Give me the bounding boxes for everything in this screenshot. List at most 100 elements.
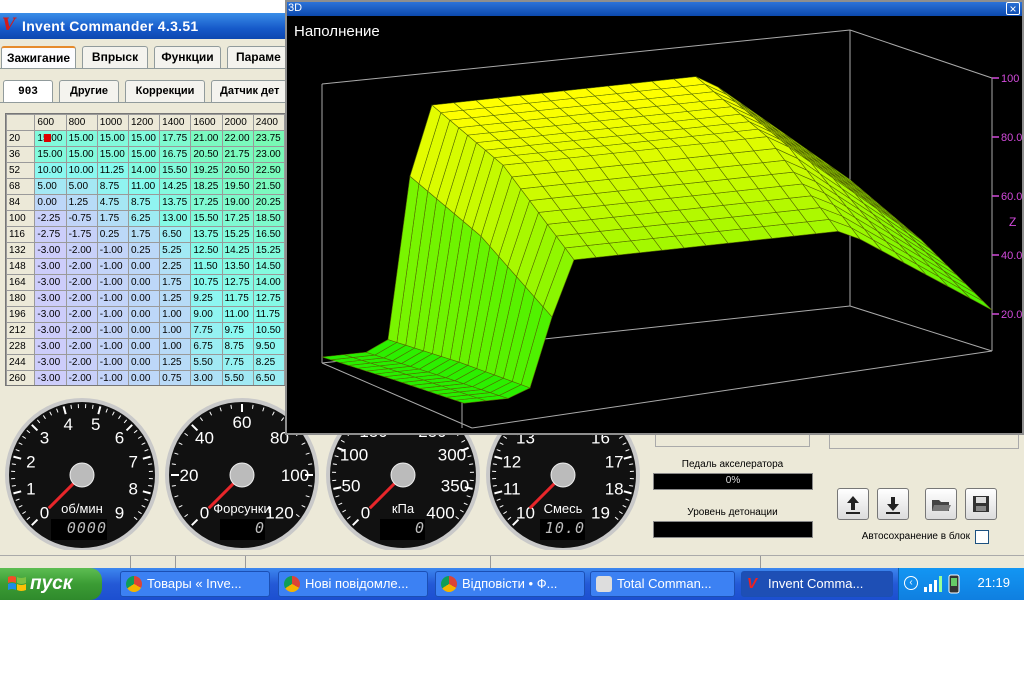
tab-injection[interactable]: Впрыск (82, 46, 148, 68)
table-cell[interactable]: -2.00 (65, 274, 98, 291)
table-cell[interactable]: 22.00 (221, 130, 254, 147)
table-cell[interactable]: 23.75 (252, 130, 285, 147)
subtab-knock-sensor[interactable]: Датчик дет (211, 80, 287, 102)
task-invent-commander[interactable]: V Invent Comma... (741, 571, 893, 597)
table-cell[interactable]: 4.75 (96, 194, 129, 211)
table-cell[interactable]: 15.25 (252, 242, 285, 259)
table-cell[interactable]: -0.75 (65, 210, 98, 227)
table-cell[interactable]: -3.00 (34, 354, 67, 371)
title-bar[interactable]: V Invent Commander 4.3.51 (0, 13, 300, 39)
map-selector[interactable]: 903 (3, 80, 53, 102)
table-cell[interactable]: -3.00 (34, 338, 67, 355)
table-cell[interactable]: 15.50 (159, 162, 192, 179)
table-cell[interactable]: 1.75 (159, 274, 192, 291)
table-cell[interactable]: -3.00 (34, 290, 67, 307)
table-cell[interactable]: 6.50 (252, 370, 285, 385)
window-3d-title-bar[interactable]: 3D × (287, 2, 1022, 16)
table-cell[interactable]: 20.50 (221, 162, 254, 179)
table-cell[interactable]: 1.25 (65, 194, 98, 211)
table-cell[interactable]: 9.25 (190, 290, 223, 307)
table-cell[interactable]: -3.00 (34, 306, 67, 323)
table-cell[interactable]: 5.50 (221, 370, 254, 385)
table-cell[interactable]: -2.00 (65, 290, 98, 307)
table-cell[interactable]: 14.25 (221, 242, 254, 259)
table-cell[interactable]: 12.75 (221, 274, 254, 291)
table-cell[interactable]: 13.75 (190, 226, 223, 243)
table-cell[interactable]: -1.75 (65, 226, 98, 243)
table-cell[interactable]: 9.75 (221, 322, 254, 339)
table-cell[interactable]: -3.00 (34, 258, 67, 275)
table-cell[interactable]: 0.00 (127, 274, 161, 291)
table-cell[interactable]: 0.00 (127, 338, 161, 355)
autosave-checkbox[interactable] (975, 530, 989, 544)
table-cell[interactable]: 17.25 (221, 210, 254, 227)
table-cell[interactable]: 12.75 (252, 290, 285, 307)
table-cell[interactable]: -2.00 (65, 370, 98, 385)
surface-3d-plot[interactable]: 100 80.0 60.0 40.0 20.0 Z (287, 16, 1022, 435)
table-cell[interactable]: 17.75 (159, 130, 192, 147)
open-file-button[interactable] (925, 488, 957, 520)
tab-functions[interactable]: Функции (154, 46, 221, 68)
subtab-other[interactable]: Другие (59, 80, 119, 102)
table-cell[interactable]: 8.75 (96, 178, 129, 195)
table-cell[interactable]: -1.00 (96, 338, 129, 355)
table-cell[interactable]: 8.75 (127, 194, 161, 211)
table-cell[interactable]: 18.25 (190, 178, 223, 195)
map-grid[interactable]: 600 800 1000 1200 1400 1600 2000 2400 20 15.00 15.… (6, 114, 285, 385)
table-cell[interactable]: -1.00 (96, 290, 129, 307)
table-cell[interactable]: 0.00 (127, 290, 161, 307)
table-cell[interactable]: 1.00 (159, 306, 192, 323)
table-cell[interactable]: 14.00 (252, 274, 285, 291)
table-cell[interactable]: 1.00 (159, 338, 192, 355)
table-cell[interactable]: 11.75 (221, 290, 254, 307)
table-cell[interactable]: 6.25 (127, 210, 161, 227)
window-3d[interactable]: 3D × Наполнение 100 80.0 60.0 40.0 20.0 Z (285, 0, 1024, 435)
table-cell[interactable]: 1.25 (159, 354, 192, 371)
table-cell[interactable]: 21.75 (221, 146, 254, 163)
table-cell[interactable]: 20.25 (252, 194, 285, 211)
save-button[interactable] (965, 488, 997, 520)
table-cell[interactable]: 23.00 (252, 146, 285, 163)
table-cell[interactable]: 10.00 (65, 162, 98, 179)
table-cell[interactable]: 5.50 (190, 354, 223, 371)
table-cell[interactable]: -2.00 (65, 258, 98, 275)
table-cell[interactable]: 0.00 (127, 354, 161, 371)
table-cell[interactable]: 8.25 (252, 354, 285, 371)
table-cell[interactable]: -1.00 (96, 258, 129, 275)
table-cell[interactable]: 13.50 (221, 258, 254, 275)
table-cell[interactable]: 13.00 (159, 210, 192, 227)
table-cell[interactable]: 15.00 (65, 130, 98, 147)
task-chrome-1[interactable]: Товары « Inve... (120, 571, 270, 597)
table-cell[interactable]: 17.25 (190, 194, 223, 211)
table-cell[interactable]: 1.00 (159, 322, 192, 339)
table-cell[interactable]: 1.75 (96, 210, 129, 227)
table-cell[interactable]: 15.00 (127, 146, 161, 163)
signal-icon[interactable] (923, 575, 943, 593)
table-cell[interactable]: -2.00 (65, 354, 98, 371)
tab-ignition[interactable]: Зажигание (1, 46, 76, 68)
tab-parameters[interactable]: Параме (227, 46, 287, 68)
table-cell[interactable]: 15.00 (96, 146, 129, 163)
start-button[interactable]: пуск (0, 568, 102, 600)
table-cell[interactable]: 21.50 (252, 178, 285, 195)
table-cell[interactable]: 13.75 (159, 194, 192, 211)
table-cell[interactable]: 5.25 (159, 242, 192, 259)
table-cell[interactable]: -2.00 (65, 306, 98, 323)
phone-icon[interactable] (948, 574, 960, 594)
table-cell[interactable]: 1.25 (159, 290, 192, 307)
table-cell[interactable]: -2.75 (34, 226, 67, 243)
table-cell[interactable]: 20.50 (190, 146, 223, 163)
table-cell[interactable]: 2.25 (159, 258, 192, 275)
table-cell[interactable]: 0.00 (127, 370, 161, 385)
table-cell[interactable]: 0.25 (96, 226, 129, 243)
table-cell[interactable]: -2.00 (65, 322, 98, 339)
table-cell[interactable]: -1.00 (96, 274, 129, 291)
table-cell[interactable]: 16.75 (159, 146, 192, 163)
table-cell[interactable]: 11.25 (96, 162, 129, 179)
table-cell[interactable]: 10.75 (190, 274, 223, 291)
task-chrome-3[interactable]: Відповісти • Ф... (435, 571, 585, 597)
table-cell[interactable]: 15.00 (34, 146, 67, 163)
table-cell[interactable]: 16.50 (252, 226, 285, 243)
table-cell[interactable]: -3.00 (34, 274, 67, 291)
table-cell[interactable]: 0.75 (159, 370, 192, 385)
